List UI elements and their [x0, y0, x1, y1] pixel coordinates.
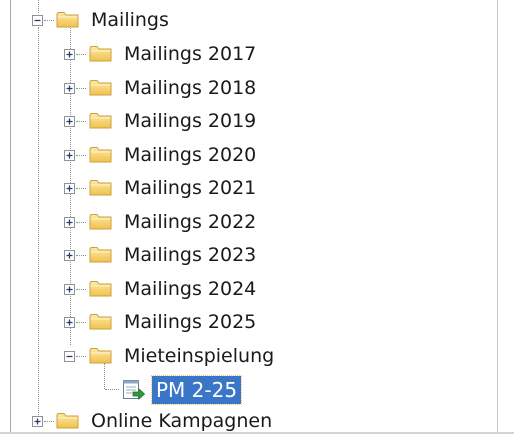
expand-toggle[interactable] — [64, 284, 75, 295]
expand-toggle[interactable] — [64, 116, 75, 127]
tree-node-mailings[interactable]: Mailings — [0, 3, 514, 37]
expand-toggle[interactable] — [64, 183, 75, 194]
tree-line-branch — [76, 356, 86, 357]
node-label: Mailings 2018 — [124, 77, 257, 99]
plus-icon — [65, 117, 74, 126]
folder-icon — [89, 146, 112, 163]
tree-line-branch — [76, 289, 86, 290]
folder-icon — [89, 45, 112, 62]
tree-line-branch — [44, 421, 54, 422]
tree-line-branch — [76, 155, 86, 156]
tree-node-pm-2-25[interactable]: PM 2-25 — [0, 372, 514, 406]
folder-icon — [89, 246, 112, 263]
tree-line-branch — [76, 222, 86, 223]
folder-icon — [89, 213, 112, 230]
tree-line-branch — [76, 188, 86, 189]
folder-icon — [89, 280, 112, 297]
minus-icon — [33, 16, 42, 25]
plus-icon — [65, 318, 74, 327]
node-label: Mailings 2017 — [124, 43, 257, 65]
folder-icon — [89, 313, 112, 330]
node-label: Mailings — [91, 9, 169, 31]
node-label: Mailings 2024 — [124, 278, 257, 300]
tree-line-branch — [76, 255, 86, 256]
expand-toggle[interactable] — [64, 49, 75, 60]
expand-toggle[interactable] — [64, 83, 75, 94]
expand-toggle[interactable] — [64, 150, 75, 161]
expand-toggle[interactable] — [64, 250, 75, 261]
tree-node-mailings-2018[interactable]: Mailings 2018 — [0, 71, 514, 105]
tree-node-mailings-2022[interactable]: Mailings 2022 — [0, 205, 514, 239]
node-label: Mailings 2022 — [124, 211, 257, 233]
node-label: Mieteinspielung — [124, 345, 275, 367]
folder-icon — [56, 412, 79, 429]
node-label-selected: PM 2-25 — [150, 375, 243, 405]
expand-toggle[interactable] — [64, 217, 75, 228]
plus-icon — [65, 84, 74, 93]
expand-toggle[interactable] — [64, 317, 75, 328]
collapse-toggle[interactable] — [64, 351, 75, 362]
tree-line-branch — [76, 54, 86, 55]
folder-icon — [89, 179, 112, 196]
tree-node-mailings-2023[interactable]: Mailings 2023 — [0, 238, 514, 272]
node-label: Mailings 2019 — [124, 110, 257, 132]
plus-icon — [65, 184, 74, 193]
plus-icon — [65, 151, 74, 160]
tree-node-mailings-2019[interactable]: Mailings 2019 — [0, 104, 514, 138]
tree-node-mailings-2020[interactable]: Mailings 2020 — [0, 138, 514, 172]
tree-node-mailings-2021[interactable]: Mailings 2021 — [0, 171, 514, 205]
folder-icon — [89, 79, 112, 96]
plus-icon — [65, 218, 74, 227]
folder-icon — [56, 11, 79, 28]
collapse-toggle[interactable] — [32, 15, 43, 26]
tree-line-branch — [105, 389, 119, 390]
tree-line-branch — [76, 121, 86, 122]
document-arrow-icon — [123, 380, 146, 400]
tree-view: Mailings Mailings 2017 Mailings 2018 Mai… — [0, 0, 514, 434]
minus-icon — [65, 352, 74, 361]
folder-icon — [89, 347, 112, 364]
plus-icon — [33, 417, 42, 426]
node-label: Mailings 2020 — [124, 144, 257, 166]
tree-line-branch — [76, 88, 86, 89]
plus-icon — [65, 50, 74, 59]
node-label: Online Kampagnen — [91, 410, 273, 432]
node-label: Mailings 2025 — [124, 311, 257, 333]
expand-toggle[interactable] — [32, 416, 43, 427]
plus-icon — [65, 251, 74, 260]
tree-node-mailings-2017[interactable]: Mailings 2017 — [0, 37, 514, 71]
tree-node-mailings-2024[interactable]: Mailings 2024 — [0, 272, 514, 306]
tree-line-branch — [76, 322, 86, 323]
node-label: Mailings 2023 — [124, 244, 257, 266]
tree-node-mailings-2025[interactable]: Mailings 2025 — [0, 305, 514, 339]
folder-icon — [89, 112, 112, 129]
tree-node-mieteinspielung[interactable]: Mieteinspielung — [0, 339, 514, 373]
node-label: Mailings 2021 — [124, 177, 257, 199]
plus-icon — [65, 285, 74, 294]
